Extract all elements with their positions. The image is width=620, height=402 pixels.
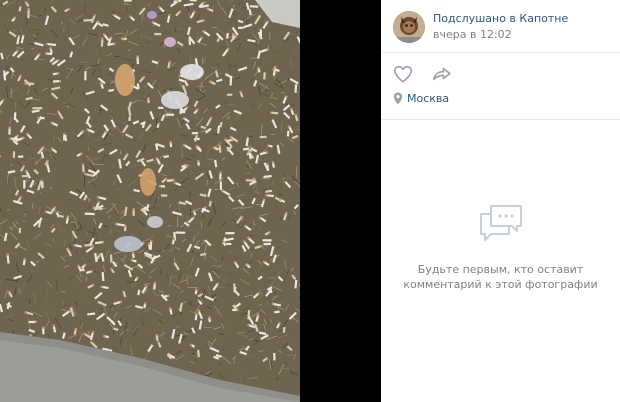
speech-bubbles-icon — [477, 200, 525, 244]
action-bar — [381, 60, 620, 88]
viewer-backdrop — [300, 0, 381, 402]
divider — [381, 52, 620, 53]
comments-empty-state: Будьте первым, кто оставит комментарий к… — [381, 200, 620, 292]
share-arrow-icon — [432, 67, 451, 81]
photo[interactable] — [0, 0, 300, 402]
avatar[interactable] — [393, 11, 425, 43]
avatar-image — [393, 11, 425, 43]
heart-icon — [393, 65, 413, 83]
post-header: Подслушано в Капотне вчера в 12:02 — [381, 0, 620, 52]
info-panel: Подслушано в Капотне вчера в 12:02 Москв… — [381, 0, 620, 402]
map-pin-icon — [393, 92, 403, 104]
divider — [381, 119, 620, 120]
empty-comments-text: Будьте первым, кто оставит комментарий к… — [381, 262, 620, 292]
author-name[interactable]: Подслушано в Капотне — [433, 12, 568, 25]
photo-viewer: Подслушано в Капотне вчера в 12:02 Москв… — [0, 0, 620, 402]
share-button[interactable] — [431, 63, 453, 85]
empty-comments-line: комментарий к этой фотографии — [403, 278, 598, 291]
location[interactable]: Москва — [393, 90, 449, 106]
like-button[interactable] — [392, 63, 414, 85]
location-label: Москва — [407, 91, 450, 105]
post-date[interactable]: вчера в 12:02 — [433, 28, 512, 41]
photo-image — [0, 0, 300, 402]
empty-comments-line: Будьте первым, кто оставит — [417, 263, 584, 276]
